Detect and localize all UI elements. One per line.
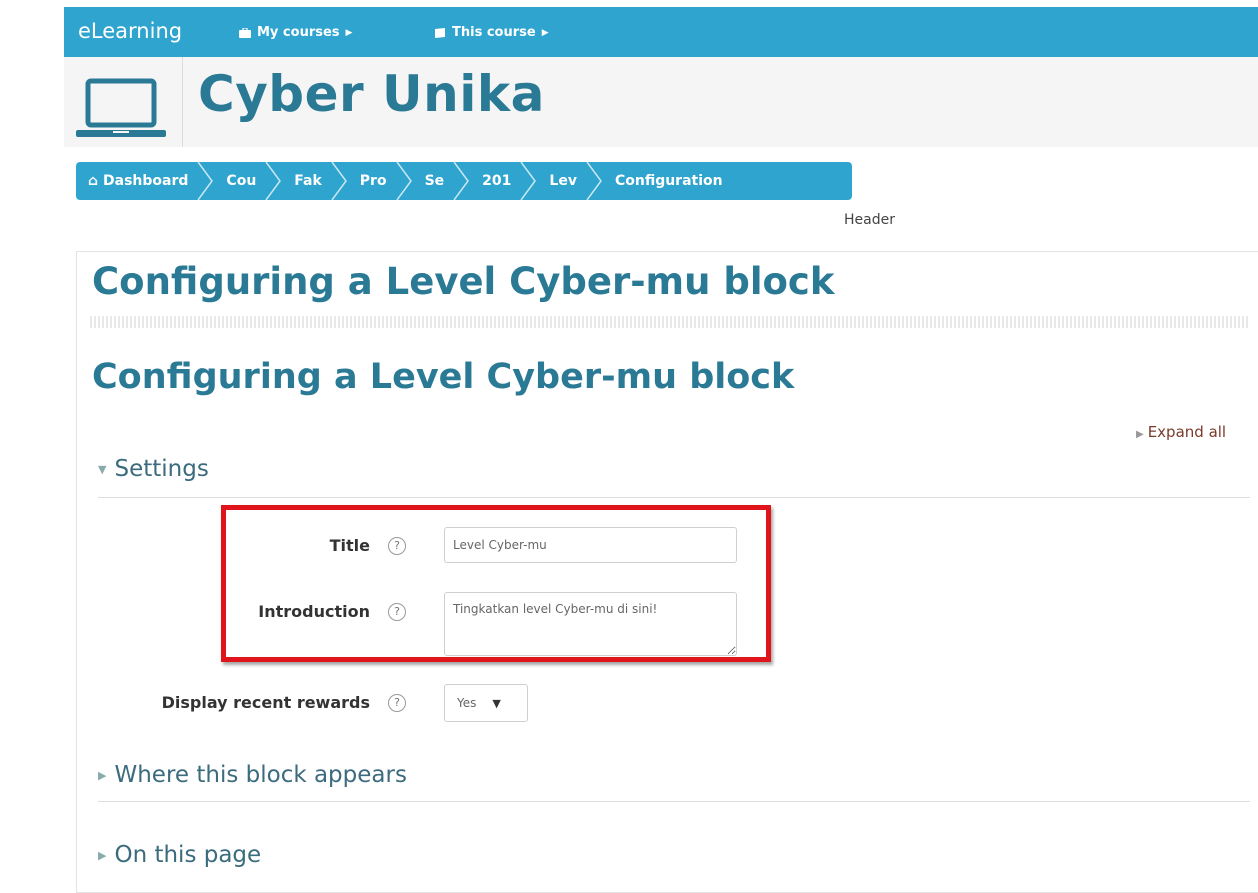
breadcrumb-label: Se [424,173,445,189]
briefcase-icon [239,27,251,38]
heading-divider [90,316,1250,328]
site-header: Cyber Unika [64,57,1258,147]
site-title[interactable]: Cyber Unika [198,65,545,123]
expand-all-label: Expand all [1147,423,1227,441]
help-icon[interactable]: ? [388,537,406,555]
select-value: Yes [457,696,477,710]
section-divider [98,801,1250,802]
caret-right-icon: ▶ [541,27,549,38]
logo-divider [182,57,183,147]
help-icon[interactable]: ? [388,694,406,712]
page-title: Configuring a Level Cyber-mu block [92,260,835,303]
chevron-right-icon [586,162,602,200]
section-divider [98,497,1250,498]
breadcrumb-label: Lev [549,173,577,189]
top-navbar: eLearning My courses ▶ This course ▶ [64,7,1258,57]
laptop-logo-icon [76,78,166,137]
title-input[interactable] [444,527,737,563]
breadcrumb-item[interactable]: Lev [539,162,605,200]
title-label: Title [329,536,370,555]
chevron-right-icon [395,162,412,200]
on-page-section-title: On this page [114,842,262,868]
breadcrumb-item[interactable]: Se [415,162,473,200]
home-icon: ⌂ [88,173,99,189]
breadcrumb-label: Configuration [614,173,723,189]
breadcrumb-label: Pro [359,173,387,189]
brand-link[interactable]: eLearning [78,19,182,43]
settings-section-title: Settings [114,456,209,482]
breadcrumb-item[interactable]: Configuration [605,162,733,200]
this-course-menu[interactable]: This course ▶ [434,25,549,40]
header-region-label: Header [844,212,895,228]
my-courses-label: My courses [257,25,340,40]
expand-all-link[interactable]: ▶ Expand all [1136,423,1226,441]
triangle-right-icon: ▶ [98,768,107,782]
display-rewards-select[interactable]: Yes ▼ [444,684,528,722]
breadcrumb-item[interactable]: Pro [350,162,415,200]
breadcrumb-label: 201 [482,173,512,189]
caret-right-icon: ▶ [345,27,353,38]
breadcrumb: ⌂ Dashboard Cou Fak Pro Se 201 Lev Configuration [76,162,852,200]
settings-section-toggle[interactable]: ▼ Settings [98,456,209,482]
chevron-right-icon [197,162,214,200]
where-section-title: Where this block appears [114,762,407,788]
where-section-toggle[interactable]: ▶ Where this block appears [98,762,407,788]
display-rewards-label: Display recent rewards [161,693,370,712]
form-title: Configuring a Level Cyber-mu block [92,357,795,397]
triangle-right-icon: ▶ [98,848,107,862]
breadcrumb-item[interactable]: 201 [472,162,539,200]
chevron-right-icon [331,162,347,200]
breadcrumb-label: Fak [294,173,322,189]
triangle-down-icon: ▼ [98,462,107,476]
chevron-right-icon [265,162,282,200]
introduction-label: Introduction [258,602,370,621]
help-icon[interactable]: ? [388,603,406,621]
chevron-right-icon [453,162,470,200]
this-course-label: This course [452,25,536,40]
on-page-section-toggle[interactable]: ▶ On this page [98,842,261,868]
breadcrumb-item[interactable]: Fak [284,162,350,200]
main-panel [76,251,1258,893]
book-icon [435,27,445,38]
my-courses-menu[interactable]: My courses ▶ [239,25,352,40]
breadcrumb-item[interactable]: ⌂ Dashboard [76,162,216,200]
triangle-right-icon: ▶ [1136,429,1144,440]
breadcrumb-label: Cou [226,173,257,189]
chevron-right-icon [520,162,537,200]
chevron-down-icon: ▼ [492,696,501,710]
breadcrumb-label: Dashboard [103,173,189,189]
introduction-textarea[interactable]: Tingkatkan level Cyber-mu di sini! [444,592,737,656]
breadcrumb-item[interactable]: Cou [216,162,284,200]
